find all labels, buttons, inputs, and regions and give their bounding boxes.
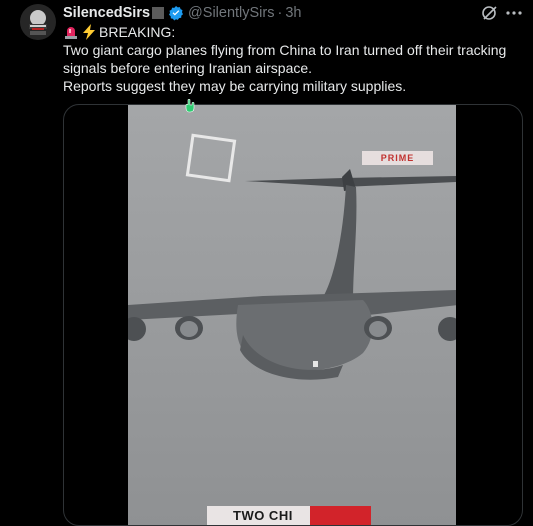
prime-watermark: PRIME	[362, 151, 433, 165]
tweet-text: BREAKING: Two giant cargo planes flying …	[63, 23, 523, 95]
breaking-heading: BREAKING:	[99, 24, 176, 40]
tweet-header: SilencedSirs @SilentlySirs · 3h	[63, 4, 301, 22]
post-time[interactable]: 3h	[285, 5, 301, 21]
flag-emoji-icon	[152, 7, 165, 19]
author-name[interactable]: SilencedSirs	[63, 5, 150, 21]
lightning-emoji-icon	[82, 24, 96, 40]
body-line-1: Two giant cargo planes flying from China…	[63, 42, 507, 58]
author-handle[interactable]: @SilentlySirs	[188, 5, 274, 21]
cargo-plane-image	[122, 105, 462, 525]
body-line-3: Reports suggest they may be carrying mil…	[63, 78, 407, 94]
avatar-image	[20, 4, 56, 40]
verified-badge-icon[interactable]	[168, 5, 184, 21]
avatar[interactable]	[20, 4, 56, 40]
siren-emoji-icon	[63, 24, 79, 40]
cursor-icon	[185, 98, 195, 118]
grok-icon[interactable]	[481, 4, 499, 22]
tweet[interactable]: SilencedSirs @SilentlySirs · 3h BREAKING…	[0, 0, 533, 526]
more-options-icon[interactable]	[505, 4, 523, 22]
video-frame[interactable]: PRIME TWO CHI	[122, 105, 462, 525]
body-line-2: signals before entering Iranian airspace…	[63, 60, 313, 76]
breaking-line: BREAKING:	[63, 23, 523, 41]
separator: ·	[277, 5, 283, 21]
video-media[interactable]: PRIME TWO CHI	[63, 104, 523, 526]
